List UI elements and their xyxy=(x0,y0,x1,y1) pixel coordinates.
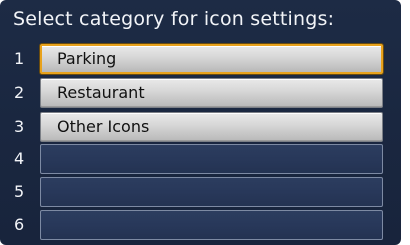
navigation-screen: Select category for icon settings: 1 Par… xyxy=(0,0,401,245)
empty-slot-button xyxy=(40,210,383,240)
empty-slot-button xyxy=(40,177,383,207)
menu-row-6: 6 xyxy=(0,208,401,242)
menu-row-4: 4 xyxy=(0,142,401,176)
other-icons-button[interactable]: Other Icons xyxy=(40,112,383,142)
menu-row-2: 2 Restaurant xyxy=(0,76,401,110)
button-label: Parking xyxy=(57,49,117,68)
restaurant-button[interactable]: Restaurant xyxy=(40,78,383,108)
screen-title: Select category for icon settings: xyxy=(13,8,335,30)
item-number: 1 xyxy=(14,49,25,68)
item-number: 3 xyxy=(14,117,25,136)
item-number: 6 xyxy=(14,215,25,234)
menu-row-5: 5 xyxy=(0,175,401,209)
menu-row-3: 3 Other Icons xyxy=(0,110,401,144)
item-number: 5 xyxy=(14,182,25,201)
item-number: 4 xyxy=(14,149,25,168)
button-label: Other Icons xyxy=(57,117,150,136)
parking-button[interactable]: Parking xyxy=(40,44,383,74)
menu-row-1: 1 Parking xyxy=(0,42,401,76)
button-label: Restaurant xyxy=(57,83,145,102)
item-number: 2 xyxy=(14,83,25,102)
empty-slot-button xyxy=(40,144,383,174)
